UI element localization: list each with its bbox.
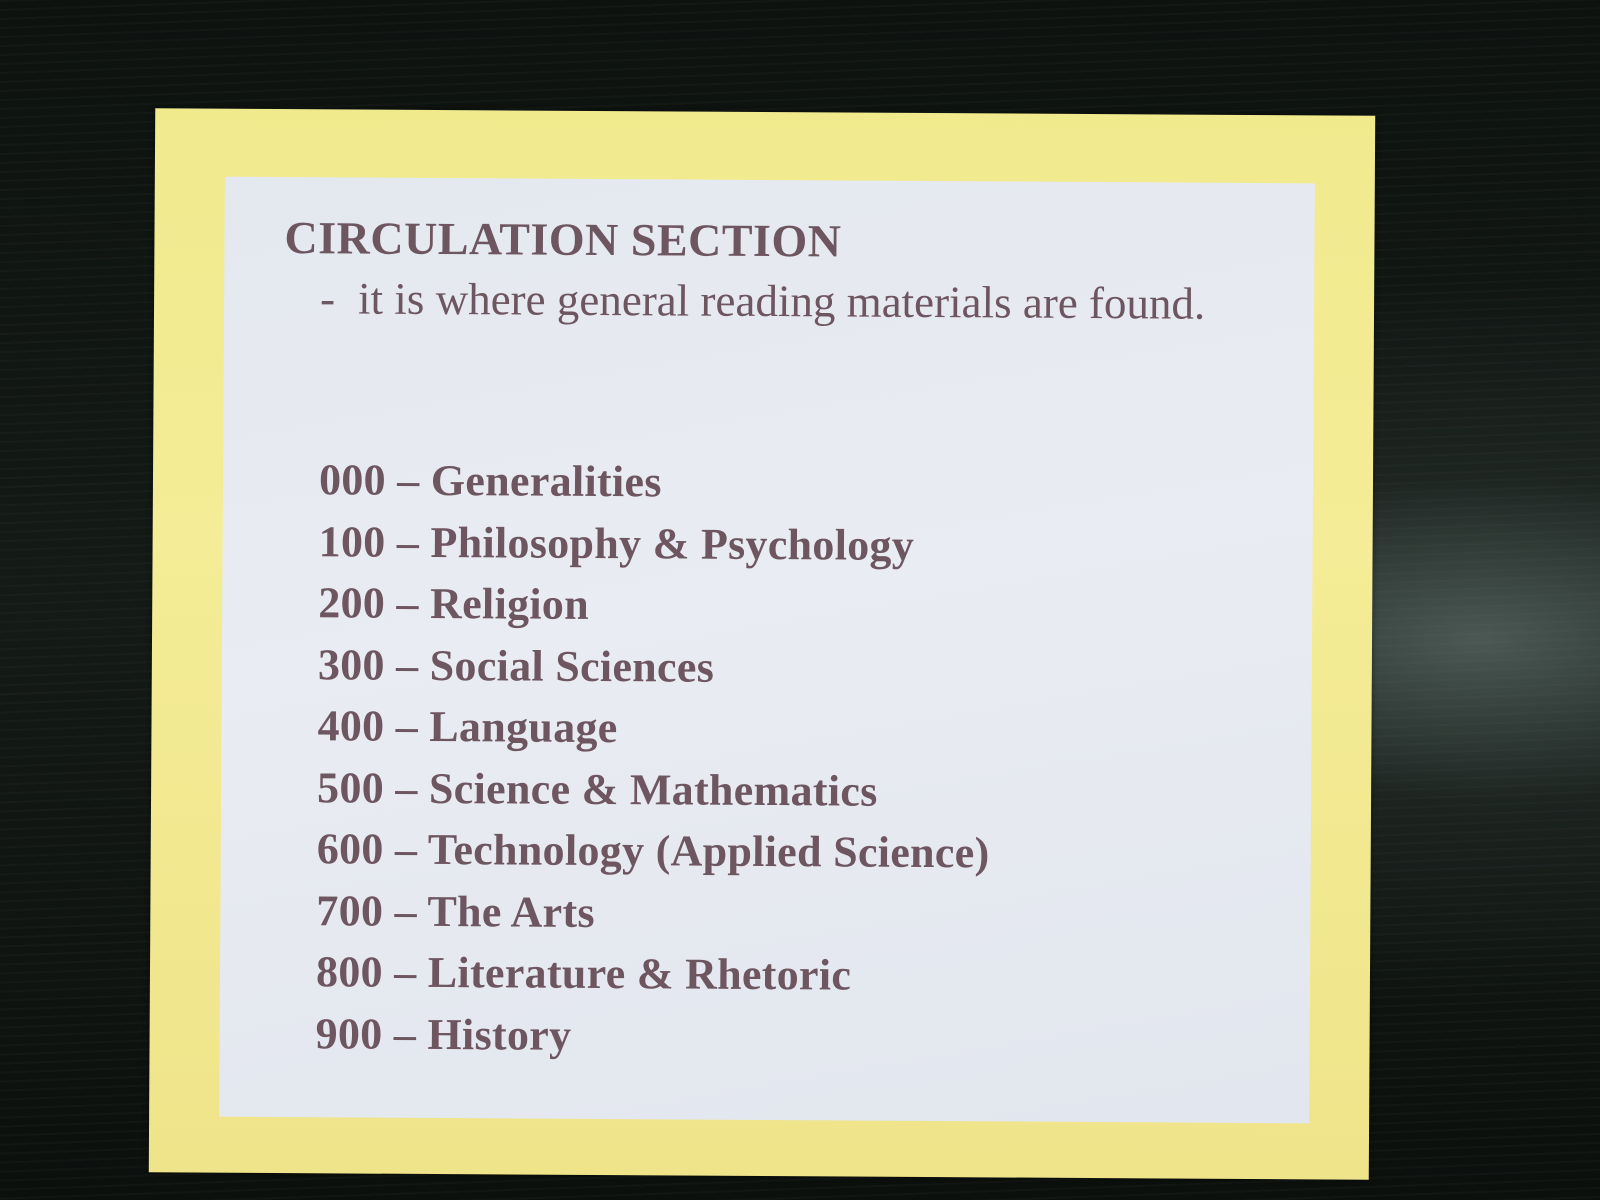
class-separator: – [397,455,420,505]
class-label: Technology (Applied Science) [427,824,990,878]
class-separator: – [396,517,420,567]
class-code: 500 [317,762,385,813]
class-label: Religion [429,578,590,629]
class-item: 700 – The Arts [316,880,989,946]
class-item: 000 – Generalities [319,449,992,515]
class-separator: – [396,578,419,628]
class-code: 300 [317,639,385,690]
class-code: 100 [318,516,386,567]
sign-description: - it is where general reading materials … [320,267,1220,334]
class-label: Science & Mathematics [428,763,878,816]
class-label: History [427,1009,572,1060]
class-item: 400 – Language [317,695,990,761]
class-separator: – [395,763,418,813]
class-label: Language [429,701,618,753]
sign-paper: CIRCULATION SECTION - it is where genera… [219,176,1315,1124]
class-separator: – [395,701,419,751]
class-item: 500 – Science & Mathematics [317,757,990,823]
class-code: 000 [318,455,387,505]
class-separator: – [394,947,417,997]
class-code: 800 [315,947,384,997]
class-item: 900 – History [315,1003,988,1069]
class-label: Literature & Rhetoric [427,947,852,1000]
description-text: it is where general reading materials ar… [357,273,1206,329]
class-item: 100 – Philosophy & Psychology [318,511,991,577]
class-label: Generalities [430,455,662,507]
class-label: Philosophy & Psychology [430,517,915,570]
class-code: 200 [318,578,386,628]
class-code: 900 [315,1008,383,1059]
class-separator: – [395,640,419,690]
class-separator: – [394,886,418,936]
class-code: 600 [316,824,384,874]
class-item: 200 – Religion [318,572,991,638]
class-label: The Arts [427,886,595,937]
class-item: 800 – Literature & Rhetoric [316,941,989,1007]
class-code: 400 [317,701,385,751]
class-separator: – [394,824,418,874]
class-item: 300 – Social Sciences [318,634,991,700]
class-label: Social Sciences [429,640,715,692]
class-separator: – [393,1009,417,1059]
class-code: 700 [316,885,384,936]
dewey-class-list: 000 – Generalities 100 – Philosophy & Ps… [315,449,991,1068]
sign-heading: CIRCULATION SECTION [284,212,842,267]
class-item: 600 – Technology (Applied Science) [317,818,990,884]
description-dash: - [319,273,336,324]
